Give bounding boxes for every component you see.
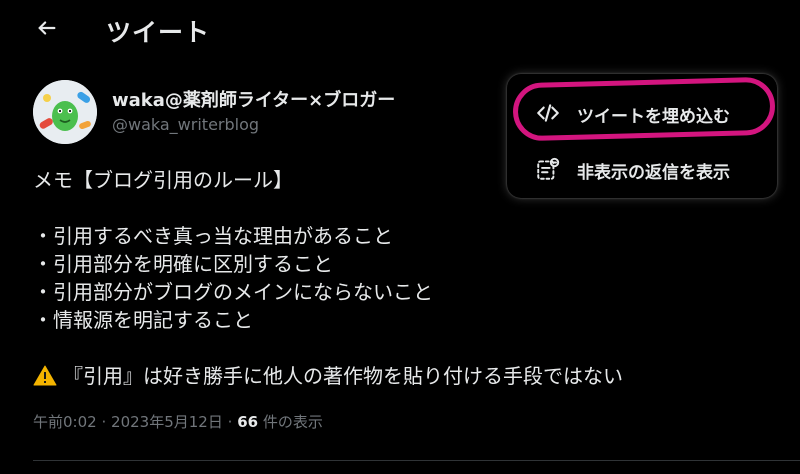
hidden-replies-icon — [535, 156, 563, 184]
tweet-line: ・引用するべき真っ当な理由があること — [33, 224, 393, 248]
meta-separator: · — [227, 413, 233, 431]
show-hidden-replies-menu-item[interactable]: 非表示の返信を表示 — [507, 142, 777, 198]
code-icon — [535, 100, 563, 128]
tweet-date[interactable]: 2023年5月12日 — [111, 413, 223, 431]
tweet-meta: 午前0:02 · 2023年5月12日 · 66 件の表示 — [33, 411, 323, 432]
avatar[interactable] — [33, 80, 97, 144]
arrow-left-icon — [38, 21, 56, 35]
back-button[interactable] — [33, 14, 61, 42]
tweet-time[interactable]: 午前0:02 — [33, 413, 97, 431]
divider — [33, 460, 800, 461]
views-count: 66 — [237, 413, 259, 431]
tweet-warning-line: 『引用』は好き勝手に他人の著作物を貼り付ける手段ではない — [33, 362, 623, 390]
show-hidden-replies-label: 非表示の返信を表示 — [577, 162, 730, 183]
warning-text: 『引用』は好き勝手に他人の著作物を貼り付ける手段ではない — [63, 364, 623, 388]
tweet-options-menu: ツイートを埋め込む 非表示の返信を表示 — [507, 74, 777, 198]
top-bar: ツイート — [0, 0, 800, 60]
views-label: 件の表示 — [262, 413, 323, 431]
avatar-image — [33, 80, 97, 144]
author-handle[interactable]: @waka_writerblog — [112, 115, 259, 134]
embed-tweet-label: ツイートを埋め込む — [577, 106, 730, 127]
tweet-line: ・情報源を明記すること — [33, 308, 253, 332]
page-title: ツイート — [106, 18, 211, 47]
tweet-text: メモ【ブログ引用のルール】 ・引用するべき真っ当な理由があること ・引用部分を明… — [33, 166, 623, 390]
warning-icon — [33, 364, 57, 388]
embed-tweet-menu-item[interactable]: ツイートを埋め込む — [507, 86, 777, 142]
tweet-line: ・引用部分を明確に区別すること — [33, 252, 333, 276]
meta-separator: · — [101, 413, 107, 431]
author-name[interactable]: waka@薬剤師ライター×ブロガー — [112, 86, 395, 112]
tweet-line: ・引用部分がブログのメインにならないこと — [33, 280, 433, 304]
